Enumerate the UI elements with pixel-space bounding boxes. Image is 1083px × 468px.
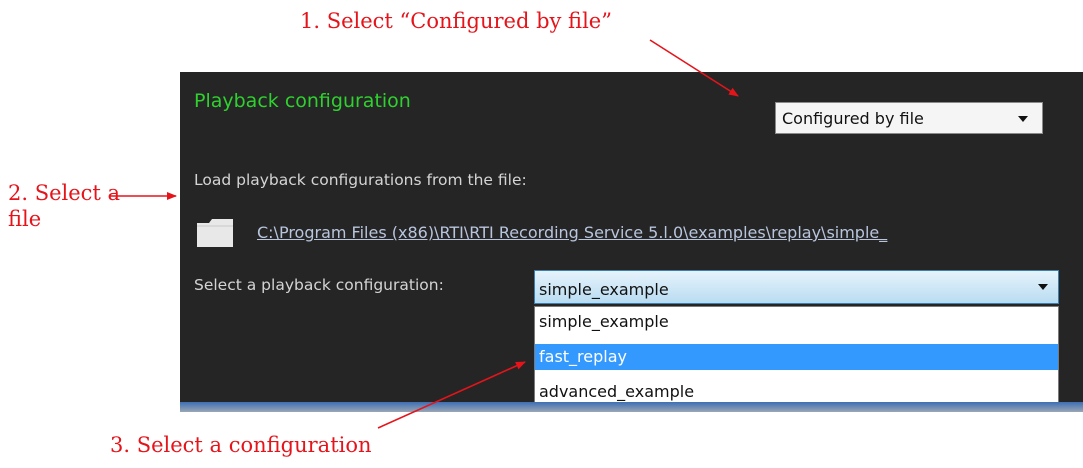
annotation-step-2: 2. Select a file — [8, 180, 120, 232]
load-file-label: Load playback configurations from the fi… — [194, 171, 527, 189]
panel-title: Playback configuration — [194, 90, 411, 112]
panel-bottom-bar — [180, 402, 1083, 412]
configuration-mode-value: Configured by file — [782, 109, 924, 128]
playback-configuration-select[interactable]: simple_example — [534, 270, 1059, 304]
annotation-step-1: 1. Select “Configured by file” — [300, 9, 612, 33]
playback-configuration-dropdown-list: simple_example fast_replay advanced_exam… — [534, 306, 1059, 410]
annotation-step-2-line-1: 2. Select a — [8, 181, 121, 205]
chevron-down-icon — [1018, 116, 1028, 122]
annotation-step-2-line-2: file — [8, 207, 42, 231]
chevron-down-icon — [1038, 284, 1048, 290]
playback-configuration-value: simple_example — [539, 280, 669, 299]
select-configuration-label: Select a playback configuration: — [194, 276, 444, 294]
file-path-link[interactable]: C:\Program Files (x86)\RTI\RTI Recording… — [257, 223, 887, 242]
folder-icon[interactable] — [196, 218, 234, 248]
dropdown-option-fast-replay[interactable]: fast_replay — [535, 344, 1058, 370]
configuration-mode-select[interactable]: Configured by file — [775, 102, 1043, 134]
dropdown-option-simple-example[interactable]: simple_example — [535, 309, 1058, 335]
playback-configuration-panel: Playback configuration Configured by fil… — [180, 72, 1083, 412]
annotation-step-3: 3. Select a configuration — [110, 433, 372, 457]
